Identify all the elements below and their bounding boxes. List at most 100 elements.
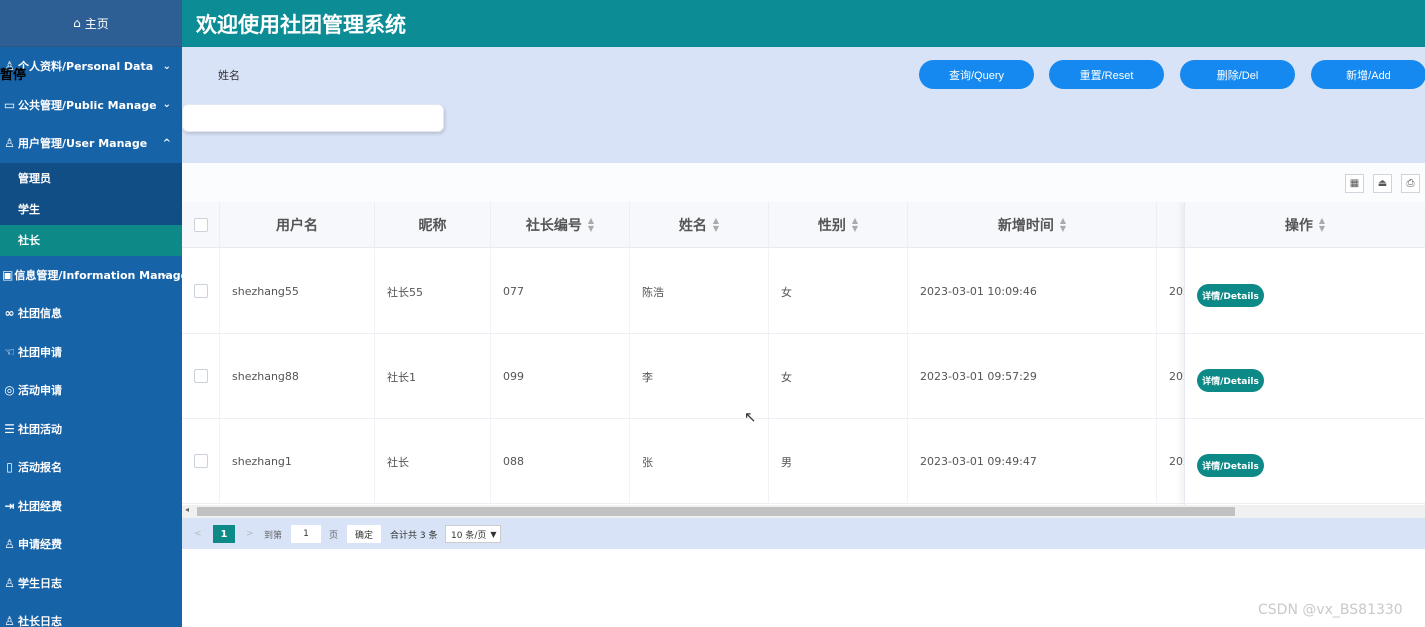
cell-president-id: 077 xyxy=(491,249,630,334)
row-checkbox[interactable] xyxy=(194,454,208,468)
column-header-name[interactable]: 姓名 ▲ ▼ xyxy=(630,202,769,248)
sidebar-item-user-manage[interactable]: ♙ 用户管理/User Manage ^ xyxy=(0,124,182,163)
top-header: 欢迎使用社团管理系统 xyxy=(182,0,1425,47)
column-header-operation[interactable]: 操作 ▲ ▼ xyxy=(1185,202,1425,248)
cell-president-id: 088 xyxy=(491,419,630,504)
details-button[interactable]: 详情/Details xyxy=(1197,454,1264,477)
app-root: ⌂ 主页 ♙ 个人资料/Personal Data ⌄ ▭ 公共管理/Publi… xyxy=(0,0,1425,627)
user-list-icon: ♙ xyxy=(4,537,15,552)
sidebar-item-apply-funds[interactable]: ♙ 申请经费 xyxy=(0,525,182,564)
page-number-current[interactable]: 1 xyxy=(213,525,235,543)
reset-button[interactable]: 重置/Reset xyxy=(1049,60,1164,89)
sidebar-item-activity-signup[interactable]: ▯ 活动报名 xyxy=(0,448,182,487)
sort-icon[interactable]: ▲ ▼ xyxy=(588,217,594,233)
phone-icon: ▯ xyxy=(6,460,13,475)
page-size-value: 10 条/页 xyxy=(451,530,487,541)
sort-icon[interactable]: ▲ ▼ xyxy=(1060,217,1066,233)
sidebar-item-club-activity[interactable]: ☰ 社团活动 xyxy=(0,410,182,449)
row-select-cell xyxy=(182,334,220,419)
horizontal-scrollbar[interactable]: ◂ xyxy=(182,505,1425,518)
sidebar-item-label: 活动报名 xyxy=(18,461,62,475)
sort-icon[interactable]: ▲ ▼ xyxy=(713,217,719,233)
prev-page-button[interactable]: < xyxy=(194,525,202,543)
sidebar-item-personal-data[interactable]: ♙ 个人资料/Personal Data ⌄ xyxy=(0,47,182,86)
cell-nickname: 社长 xyxy=(375,419,491,504)
row-select-cell xyxy=(182,249,220,334)
sort-icon[interactable]: ▲ ▼ xyxy=(852,217,858,233)
search-name-label: 姓名 xyxy=(218,69,240,82)
sidebar-item-label: 信息管理/Information Manage xyxy=(14,268,182,282)
details-button[interactable]: 详情/Details xyxy=(1197,369,1264,392)
column-header-username[interactable]: 用户名 xyxy=(220,202,375,248)
row-checkbox[interactable] xyxy=(194,369,208,383)
sidebar-item-label: 社团信息 xyxy=(18,307,62,321)
sidebar-item-label: 活动申请 xyxy=(18,384,62,398)
sidebar-item-label: 社团经费 xyxy=(18,499,62,513)
column-header-created-time[interactable]: 新增时间 ▲ ▼ xyxy=(908,202,1157,248)
sort-icon[interactable]: ▲ ▼ xyxy=(1319,216,1325,233)
user-list-icon: ♙ xyxy=(4,575,15,590)
details-button[interactable]: 详情/Details xyxy=(1197,284,1264,307)
clipboard-icon: ☰ xyxy=(4,421,15,436)
row-checkbox[interactable] xyxy=(194,284,208,298)
scroll-left-arrow-icon[interactable]: ◂ xyxy=(185,505,189,514)
row-select-cell xyxy=(182,419,220,504)
sidebar-item-public-manage[interactable]: ▭ 公共管理/Public Manage ⌄ xyxy=(0,86,182,125)
cell-president-id: 099 xyxy=(491,334,630,419)
sidebar-home[interactable]: ⌂ 主页 xyxy=(0,0,182,47)
column-header-label: 昵称 xyxy=(418,218,447,234)
sidebar-item-student-log[interactable]: ♙ 学生日志 xyxy=(0,564,182,603)
info-icon: ▣ xyxy=(2,267,14,282)
sidebar-item-label: 社长日志 xyxy=(18,615,62,627)
query-button[interactable]: 查询/Query xyxy=(919,60,1034,89)
export-icon: ⇥ xyxy=(4,498,15,513)
sidebar-item-activity-apply[interactable]: ◎ 活动申请 xyxy=(0,371,182,410)
chevron-down-icon: ⌄ xyxy=(162,99,171,111)
sidebar-item-president-log[interactable]: ♙ 社长日志 xyxy=(0,602,182,627)
sidebar-item-club-apply[interactable]: ☜ 社团申请 xyxy=(0,333,182,372)
page-size-select[interactable]: 10 条/页 ▼ xyxy=(445,525,501,543)
operation-cell: 详情/Details xyxy=(1185,334,1425,419)
scrollbar-thumb[interactable] xyxy=(197,507,1235,516)
select-all-checkbox[interactable] xyxy=(193,218,208,232)
print-icon[interactable]: ⎙ xyxy=(1401,174,1420,193)
goto-confirm-button[interactable]: 确定 xyxy=(347,525,381,543)
delete-button[interactable]: 删除/Del xyxy=(1180,60,1295,89)
cell-username: shezhang55 xyxy=(220,249,375,334)
column-header-label: 新增时间 xyxy=(997,218,1054,234)
goto-page-input[interactable]: 1 xyxy=(291,525,321,543)
sidebar-subitem-student[interactable]: 学生 xyxy=(0,194,182,225)
column-header-nickname[interactable]: 昵称 xyxy=(375,202,491,248)
sidebar-item-label: 社团活动 xyxy=(18,422,62,436)
add-button[interactable]: 新增/Add xyxy=(1311,60,1425,89)
page-unit-label: 页 xyxy=(329,530,339,541)
export-icon[interactable]: ⏏ xyxy=(1373,174,1392,193)
user-icon: ♙ xyxy=(4,136,15,151)
sidebar-item-club-funds[interactable]: ⇥ 社团经费 xyxy=(0,487,182,526)
column-header-label: 用户名 xyxy=(276,218,318,234)
sidebar-item-club-info[interactable]: ∞ 社团信息 xyxy=(0,294,182,333)
column-header-label: 性别 xyxy=(817,218,846,234)
sidebar-item-label: 个人资料/Personal Data xyxy=(18,60,154,74)
operation-cell: 详情/Details xyxy=(1185,249,1425,334)
sidebar-subitem-admin[interactable]: 管理员 xyxy=(0,163,182,194)
grid-columns-icon[interactable]: ▦ xyxy=(1345,174,1364,193)
cell-gender: 女 xyxy=(769,249,908,334)
column-header-president-id[interactable]: 社长编号 ▲ ▼ xyxy=(491,202,630,248)
select-all-cell xyxy=(182,202,220,248)
next-page-button[interactable]: > xyxy=(246,525,254,543)
pagination: < 1 > 到第 1 页 确定 合计共 3 条 10 条/页 ▼ xyxy=(182,518,1425,549)
table-toolbar: ▦ ⏏ ⎙ xyxy=(182,163,1425,203)
search-name-input[interactable] xyxy=(182,104,444,132)
sidebar-item-label: 社团申请 xyxy=(18,345,62,359)
sidebar-home-label: 主页 xyxy=(84,16,109,31)
column-header-gender[interactable]: 性别 ▲ ▼ xyxy=(769,202,908,248)
sidebar-subitem-president[interactable]: 社长 xyxy=(0,224,182,256)
cell-name: 李 xyxy=(630,334,769,419)
column-header-label: 操作 xyxy=(1284,217,1313,234)
cell-created-time: 2023-03-01 10:09:46 xyxy=(908,249,1157,334)
monitor-icon: ▭ xyxy=(3,97,16,112)
sidebar-item-information-manage[interactable]: ▣ 信息管理/Information Manage ⌄ xyxy=(0,256,182,295)
cell-name: 张 xyxy=(630,419,769,504)
chevron-down-icon: ⌄ xyxy=(159,269,168,281)
